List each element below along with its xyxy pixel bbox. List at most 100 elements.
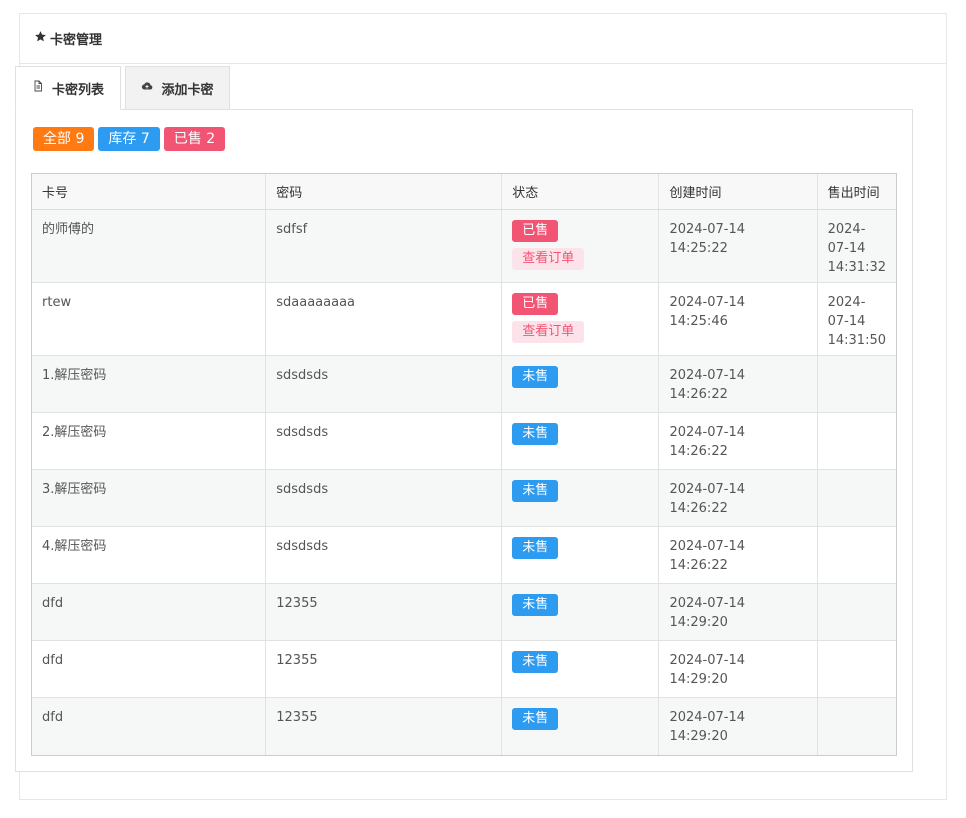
cell-sold-time <box>817 526 896 584</box>
cell-sold-time <box>817 469 896 527</box>
filter-all-count: 9 <box>75 131 85 147</box>
table-row: 4.解压密码 sdsdsds 未售 2024-07-14 14:26:22 <box>32 526 896 584</box>
table-row: 的师傅的 sdfsf 已售 查看订单 2024-07-14 14:25:22 20… <box>32 209 896 283</box>
table-row: dfd 12355 未售 2024-07-14 14:29:20 <box>32 640 896 698</box>
header-card-number: 卡号 <box>32 174 267 210</box>
status-badge: 未售 <box>512 651 559 673</box>
cell-created-time: 2024-07-14 14:29:20 <box>658 697 818 755</box>
filter-stock-button[interactable]: 库存 7 <box>98 127 160 151</box>
created-clock: 14:26:22 <box>669 444 728 459</box>
created-clock: 14:26:22 <box>669 501 728 516</box>
cell-card-number: 1.解压密码 <box>32 355 267 413</box>
view-order-button[interactable]: 查看订单 <box>512 248 585 270</box>
table-row: 1.解压密码 sdsdsds 未售 2024-07-14 14:26:22 <box>32 355 896 413</box>
created-clock: 14:26:22 <box>669 558 728 573</box>
cell-card-number: rtew <box>32 282 267 356</box>
created-date: 2024-07-14 <box>669 368 746 383</box>
created-clock: 14:29:20 <box>669 729 728 744</box>
sold-date: 2024-07-14 <box>827 222 866 256</box>
cell-password: sdaaaaaaaa <box>265 282 503 356</box>
cell-sold-time: 2024-07-14 14:31:32 <box>817 209 896 283</box>
cell-password: 12355 <box>265 583 503 641</box>
cell-status: 未售 <box>501 640 660 698</box>
cell-status: 未售 <box>501 412 660 470</box>
cell-status: 未售 <box>501 469 660 527</box>
cell-card-number: dfd <box>32 583 267 641</box>
tab-bar: 卡密列表 添加卡密 <box>15 66 230 110</box>
tab-add-card-label: 添加卡密 <box>161 82 214 98</box>
cell-card-number: 2.解压密码 <box>32 412 267 470</box>
tab-card-list-label: 卡密列表 <box>51 82 104 98</box>
cell-sold-time <box>817 697 896 755</box>
tab-card-list[interactable]: 卡密列表 <box>15 66 121 110</box>
cell-created-time: 2024-07-14 14:25:46 <box>658 282 818 356</box>
status-badge: 未售 <box>512 594 559 616</box>
header-created-time: 创建时间 <box>658 174 818 210</box>
table-row: dfd 12355 未售 2024-07-14 14:29:20 <box>32 697 896 755</box>
table-header-row: 卡号 密码 状态 创建时间 售出时间 <box>32 174 896 210</box>
cell-card-number: 的师傅的 <box>32 209 267 283</box>
created-clock: 14:25:46 <box>669 314 728 329</box>
filter-all-label: 全部 <box>43 131 71 147</box>
cell-card-number: dfd <box>32 640 267 698</box>
filter-all-button[interactable]: 全部 9 <box>33 127 95 151</box>
created-clock: 14:26:22 <box>669 387 728 402</box>
created-date: 2024-07-14 <box>669 710 746 725</box>
created-date: 2024-07-14 <box>669 482 746 497</box>
document-icon <box>32 80 52 96</box>
cell-password: sdfsf <box>265 209 503 283</box>
cell-status: 未售 <box>501 697 660 755</box>
filter-bar: 全部 9 库存 7 已售 2 <box>33 127 226 151</box>
created-clock: 14:25:22 <box>669 241 728 256</box>
cell-sold-time <box>817 640 896 698</box>
status-badge: 已售 <box>512 293 559 315</box>
status-badge: 未售 <box>512 423 559 445</box>
card-table-container: 卡号 密码 状态 创建时间 售出时间 的师傅的 sdfsf 已售 查看订单 20… <box>31 173 897 756</box>
created-date: 2024-07-14 <box>669 425 746 440</box>
cell-status: 未售 <box>501 583 660 641</box>
cell-sold-time: 2024-07-14 14:31:50 <box>817 282 896 356</box>
sold-date: 2024-07-14 <box>827 295 866 329</box>
cell-password: 12355 <box>265 640 503 698</box>
header-sold-time: 售出时间 <box>817 174 896 210</box>
cell-created-time: 2024-07-14 14:26:22 <box>658 469 818 527</box>
created-clock: 14:29:20 <box>669 672 728 687</box>
cell-password: sdsdsds <box>265 355 503 413</box>
status-badge: 未售 <box>512 537 559 559</box>
filter-stock-count: 7 <box>140 131 150 147</box>
cell-password: sdsdsds <box>265 469 503 527</box>
status-badge: 未售 <box>512 366 559 388</box>
cell-created-time: 2024-07-14 14:26:22 <box>658 355 818 413</box>
filter-sold-count: 2 <box>206 131 216 147</box>
sold-clock: 14:31:50 <box>827 333 886 348</box>
cell-password: sdsdsds <box>265 412 503 470</box>
cell-created-time: 2024-07-14 14:29:20 <box>658 583 818 641</box>
status-badge: 已售 <box>512 220 559 242</box>
cell-sold-time <box>817 412 896 470</box>
table-row: 2.解压密码 sdsdsds 未售 2024-07-14 14:26:22 <box>32 412 896 470</box>
status-badge: 未售 <box>512 708 559 730</box>
tab-add-card[interactable]: 添加卡密 <box>125 66 230 110</box>
cell-sold-time <box>817 583 896 641</box>
created-date: 2024-07-14 <box>669 539 746 554</box>
table-row: 3.解压密码 sdsdsds 未售 2024-07-14 14:26:22 <box>32 469 896 527</box>
created-date: 2024-07-14 <box>669 596 746 611</box>
sold-clock: 14:31:32 <box>827 260 886 275</box>
created-clock: 14:29:20 <box>669 615 728 630</box>
table-row: rtew sdaaaaaaaa 已售 查看订单 2024-07-14 14:25:… <box>32 282 896 356</box>
cell-status: 已售 查看订单 <box>501 209 660 283</box>
cell-password: 12355 <box>265 697 503 755</box>
cell-card-number: dfd <box>32 697 267 755</box>
header-password: 密码 <box>265 174 503 210</box>
cell-status: 已售 查看订单 <box>501 282 660 356</box>
header-status: 状态 <box>501 174 660 210</box>
cell-card-number: 3.解压密码 <box>32 469 267 527</box>
card-table: 卡号 密码 状态 创建时间 售出时间 的师傅的 sdfsf 已售 查看订单 20… <box>32 174 896 755</box>
created-date: 2024-07-14 <box>669 222 746 237</box>
created-date: 2024-07-14 <box>669 295 746 310</box>
view-order-button[interactable]: 查看订单 <box>512 321 585 343</box>
filter-sold-label: 已售 <box>173 131 202 147</box>
cloud-upload-icon <box>141 80 161 96</box>
filter-sold-button[interactable]: 已售 2 <box>163 127 226 151</box>
cell-password: sdsdsds <box>265 526 503 584</box>
